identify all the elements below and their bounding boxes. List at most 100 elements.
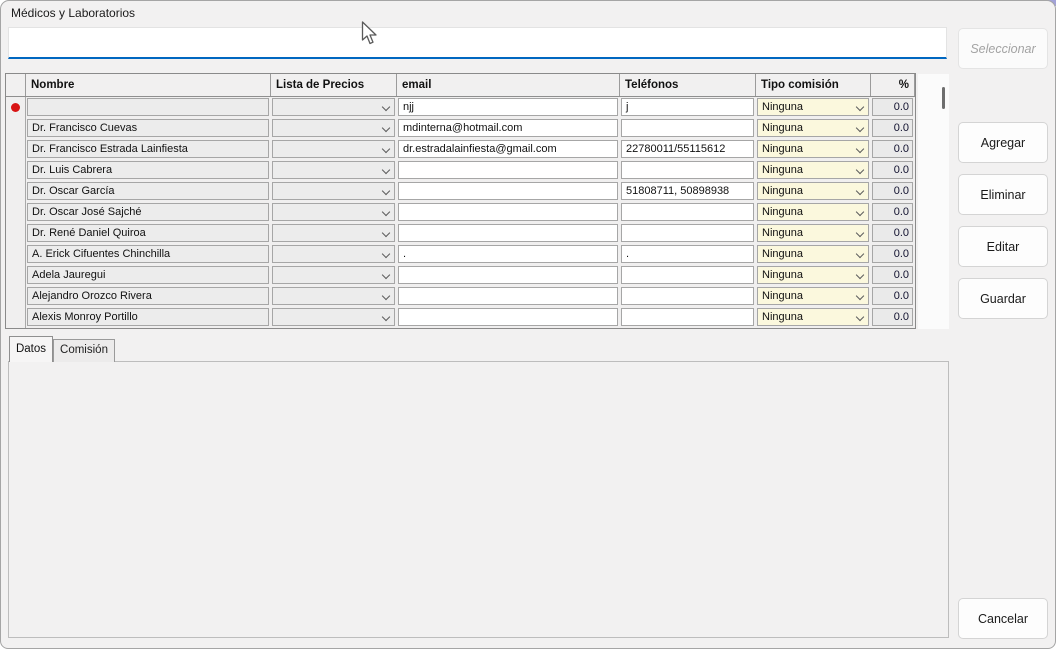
editar-button[interactable]: Editar bbox=[958, 226, 1048, 267]
tab-datos[interactable]: Datos bbox=[9, 336, 53, 362]
table-row[interactable]: A. Erick Cifuentes Chinchilla . . Ningun… bbox=[6, 244, 915, 265]
row-selector[interactable] bbox=[6, 97, 26, 118]
grid-header-email[interactable]: email bbox=[397, 74, 620, 96]
table-row[interactable]: Dr. René Daniel Quiroa Ninguna 0.0 bbox=[6, 223, 915, 244]
cell-lista-precios-combo[interactable] bbox=[272, 224, 395, 242]
row-selector[interactable] bbox=[6, 223, 26, 244]
grid-scrollbar[interactable] bbox=[918, 74, 949, 329]
cell-telefonos[interactable]: j bbox=[621, 98, 754, 116]
cancelar-button[interactable]: Cancelar bbox=[958, 598, 1048, 639]
cell-email[interactable] bbox=[398, 182, 618, 200]
cell-nombre[interactable]: Dr. Luis Cabrera bbox=[27, 161, 269, 179]
cell-email[interactable] bbox=[398, 266, 618, 284]
chevron-down-icon bbox=[853, 120, 868, 136]
cell-telefonos[interactable] bbox=[621, 203, 754, 221]
cell-telefonos[interactable] bbox=[621, 119, 754, 137]
cell-tipo-comision-combo[interactable]: Ninguna bbox=[757, 287, 869, 305]
row-selector[interactable] bbox=[6, 202, 26, 223]
search-input[interactable] bbox=[8, 27, 947, 59]
cell-nombre[interactable]: Adela Jauregui bbox=[27, 266, 269, 284]
table-row[interactable]: Alexis Monroy Portillo Ninguna 0.0 bbox=[6, 307, 915, 328]
seleccionar-button[interactable]: Seleccionar bbox=[958, 28, 1048, 69]
row-selector[interactable] bbox=[6, 286, 26, 307]
row-selector[interactable] bbox=[6, 118, 26, 139]
cell-nombre[interactable]: Dr. Francisco Estrada Lainfiesta bbox=[27, 140, 269, 158]
row-selector[interactable] bbox=[6, 139, 26, 160]
cell-pct: 0.0 bbox=[872, 119, 913, 137]
cell-lista-precios-combo[interactable] bbox=[272, 140, 395, 158]
cell-lista-precios-combo[interactable] bbox=[272, 287, 395, 305]
cell-tipo-comision-combo[interactable]: Ninguna bbox=[757, 182, 869, 200]
cell-telefonos[interactable]: 22780011/55115612 bbox=[621, 140, 754, 158]
row-selector[interactable] bbox=[6, 265, 26, 286]
cell-email[interactable] bbox=[398, 203, 618, 221]
cell-nombre[interactable]: Dr. Oscar García bbox=[27, 182, 269, 200]
chevron-down-icon bbox=[853, 309, 868, 325]
cell-lista-precios-combo[interactable] bbox=[272, 203, 395, 221]
cell-pct: 0.0 bbox=[872, 245, 913, 263]
cell-lista-precios-combo[interactable] bbox=[272, 119, 395, 137]
cell-telefonos[interactable] bbox=[621, 161, 754, 179]
cell-lista-precios-combo[interactable] bbox=[272, 245, 395, 263]
cell-email[interactable]: dr.estradalainfiesta@gmail.com bbox=[398, 140, 618, 158]
cell-tipo-comision-combo[interactable]: Ninguna bbox=[757, 98, 869, 116]
cell-email[interactable] bbox=[398, 287, 618, 305]
grid-header-telefonos[interactable]: Teléfonos bbox=[620, 74, 756, 96]
table-row[interactable]: Dr. Francisco Cuevas mdinterna@hotmail.c… bbox=[6, 118, 915, 139]
agregar-button[interactable]: Agregar bbox=[958, 122, 1048, 163]
grid-header-lista-de-precios[interactable]: Lista de Precios bbox=[271, 74, 397, 96]
cell-lista-precios-combo[interactable] bbox=[272, 308, 395, 326]
table-row[interactable]: Alejandro Orozco Rivera Ninguna 0.0 bbox=[6, 286, 915, 307]
cell-telefonos[interactable] bbox=[621, 224, 754, 242]
row-selector[interactable] bbox=[6, 160, 26, 181]
cell-email[interactable] bbox=[398, 308, 618, 326]
eliminar-button[interactable]: Eliminar bbox=[958, 174, 1048, 215]
cell-telefonos[interactable] bbox=[621, 287, 754, 305]
table-row[interactable]: Dr. Oscar García 51808711, 50898938 Ning… bbox=[6, 181, 915, 202]
table-row[interactable]: njj j Ninguna 0.0 bbox=[6, 97, 915, 118]
cell-lista-precios-combo[interactable] bbox=[272, 182, 395, 200]
cell-email[interactable]: njj bbox=[398, 98, 618, 116]
grid-header-pct[interactable]: % bbox=[871, 74, 915, 96]
cell-telefonos[interactable]: 51808711, 50898938 bbox=[621, 182, 754, 200]
cell-email[interactable] bbox=[398, 161, 618, 179]
cell-telefonos[interactable]: . bbox=[621, 245, 754, 263]
table-row[interactable]: Dr. Luis Cabrera Ninguna 0.0 bbox=[6, 160, 915, 181]
grid-scrollbar-thumb[interactable] bbox=[942, 87, 945, 109]
cell-lista-precios-combo[interactable] bbox=[272, 98, 395, 116]
row-selector[interactable] bbox=[6, 181, 26, 202]
table-row[interactable]: Dr. Francisco Estrada Lainfiesta dr.estr… bbox=[6, 139, 915, 160]
cell-tipo-comision-combo[interactable]: Ninguna bbox=[757, 224, 869, 242]
cell-telefonos[interactable] bbox=[621, 308, 754, 326]
cell-telefonos[interactable] bbox=[621, 266, 754, 284]
table-row[interactable]: Dr. Oscar José Sajché Ninguna 0.0 bbox=[6, 202, 915, 223]
cell-lista-precios-combo[interactable] bbox=[272, 266, 395, 284]
row-selector[interactable] bbox=[6, 244, 26, 265]
cell-nombre[interactable]: Alexis Monroy Portillo bbox=[27, 308, 269, 326]
cell-email[interactable]: mdinterna@hotmail.com bbox=[398, 119, 618, 137]
cell-pct: 0.0 bbox=[872, 182, 913, 200]
cell-tipo-comision-combo[interactable]: Ninguna bbox=[757, 308, 869, 326]
cell-nombre[interactable]: Dr. Oscar José Sajché bbox=[27, 203, 269, 221]
cell-tipo-comision-combo[interactable]: Ninguna bbox=[757, 266, 869, 284]
cell-email[interactable] bbox=[398, 224, 618, 242]
cell-tipo-comision-combo[interactable]: Ninguna bbox=[757, 161, 869, 179]
table-row[interactable]: Adela Jauregui Ninguna 0.0 bbox=[6, 265, 915, 286]
cell-email[interactable]: . bbox=[398, 245, 618, 263]
chevron-down-icon bbox=[853, 162, 868, 178]
guardar-button[interactable]: Guardar bbox=[958, 278, 1048, 319]
grid-header-nombre[interactable]: Nombre bbox=[26, 74, 271, 96]
row-selector[interactable] bbox=[6, 307, 26, 328]
cell-nombre[interactable]: Alejandro Orozco Rivera bbox=[27, 287, 269, 305]
cell-tipo-comision-combo[interactable]: Ninguna bbox=[757, 203, 869, 221]
grid-header-tipo-comision[interactable]: Tipo comisión bbox=[756, 74, 871, 96]
tab-comision[interactable]: Comisión bbox=[53, 339, 115, 362]
cell-tipo-comision-combo[interactable]: Ninguna bbox=[757, 140, 869, 158]
cell-nombre[interactable]: Dr. Francisco Cuevas bbox=[27, 119, 269, 137]
cell-tipo-comision-combo[interactable]: Ninguna bbox=[757, 245, 869, 263]
cell-nombre[interactable]: A. Erick Cifuentes Chinchilla bbox=[27, 245, 269, 263]
cell-tipo-comision-combo[interactable]: Ninguna bbox=[757, 119, 869, 137]
cell-lista-precios-combo[interactable] bbox=[272, 161, 395, 179]
cell-nombre[interactable] bbox=[27, 98, 269, 116]
cell-nombre[interactable]: Dr. René Daniel Quiroa bbox=[27, 224, 269, 242]
